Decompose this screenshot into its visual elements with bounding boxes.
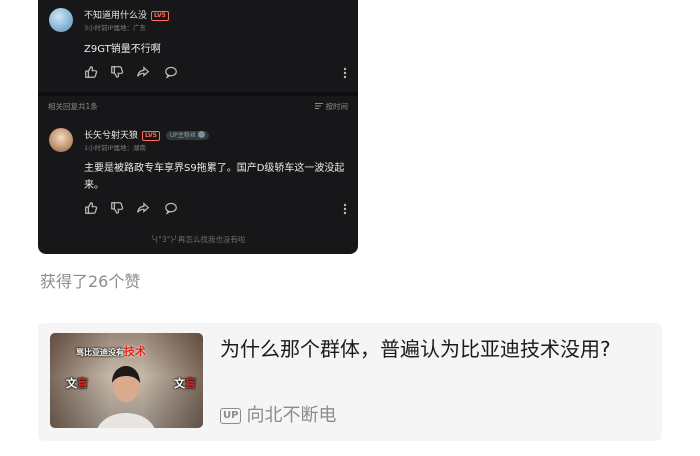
video-author[interactable]: UP 向北不断电 — [220, 401, 336, 427]
person-image — [97, 366, 155, 428]
comment-meta: 1小时前IP属地：湖南 — [84, 144, 146, 152]
comment-text: Z9GT销量不行啊 — [84, 44, 161, 55]
likes-count: 获得了26个赞 — [40, 272, 141, 291]
video-thumbnail[interactable]: 骂比亚迪没有技术 文盲 文盲 — [50, 333, 203, 428]
sort-button[interactable]: 按时间 — [314, 101, 349, 112]
up-badge: UP — [220, 408, 242, 424]
reply-icon[interactable] — [164, 65, 178, 79]
thumbnail-label-right: 文盲 — [174, 375, 196, 391]
comment-card: 不知道用什么没 LV5 3小时前IP属地：广东 Z9GT销量不行啊 相关回复共1条 — [38, 0, 358, 254]
like-icon[interactable] — [84, 65, 98, 79]
fan-badge: UP主粉丝 — [165, 131, 209, 140]
label-right-accent: 盲 — [185, 377, 196, 390]
reply-icon[interactable] — [164, 201, 178, 215]
comment-meta: 3小时前IP属地：广东 — [84, 24, 146, 32]
level-badge: LV5 — [142, 131, 160, 141]
sort-label[interactable]: 按时间 — [326, 102, 349, 111]
avatar[interactable] — [49, 8, 73, 32]
dislike-icon[interactable] — [110, 65, 124, 79]
avatar[interactable] — [49, 128, 73, 152]
more-icon[interactable] — [340, 201, 350, 215]
dislike-icon[interactable] — [110, 201, 124, 215]
username-text[interactable]: 长矢兮射天狼 — [84, 131, 138, 141]
comment-actions — [84, 201, 350, 215]
like-icon[interactable] — [84, 201, 98, 215]
end-of-replies-text: ╰(°3°)╯再怎么找我也没有啦 — [150, 235, 246, 244]
label-right-text: 文 — [174, 377, 185, 390]
author-name[interactable]: 向北不断电 — [246, 405, 336, 426]
share-icon[interactable] — [136, 201, 150, 215]
level-badge: LV5 — [151, 11, 169, 21]
video-card[interactable]: 骂比亚迪没有技术 文盲 文盲 为什么那个群体，普遍认为比亚迪技术没用? UP 向北… — [38, 323, 662, 441]
caption-accent: 技术 — [124, 345, 146, 358]
comment-item: 长矢兮射天狼 LV5 UP主粉丝 1小时前IP属地：湖南 主要是被路政专车享界S9拖… — [38, 122, 358, 222]
section-divider — [38, 92, 358, 96]
username-text[interactable]: 不知道用什么没 — [84, 11, 147, 21]
fan-badge-label: UP主粉丝 — [169, 132, 196, 139]
caption-prefix: 骂比亚迪没有 — [76, 348, 124, 357]
comment-item: 不知道用什么没 LV5 3小时前IP属地：广东 Z9GT销量不行啊 — [38, 0, 358, 90]
thumbnail-caption: 骂比亚迪没有技术 — [76, 343, 146, 359]
thumbnail-label-left: 文盲 — [66, 375, 88, 391]
comment-username[interactable]: 不知道用什么没 LV5 — [84, 8, 169, 21]
comment-actions — [84, 65, 350, 79]
share-icon[interactable] — [136, 65, 150, 79]
comment-username[interactable]: 长矢兮射天狼 LV5 UP主粉丝 — [84, 128, 209, 141]
label-left-text: 文 — [66, 377, 77, 390]
label-left-accent: 盲 — [77, 377, 88, 390]
comment-text: 主要是被路政专车享界S9拖累了。国产D级轿车这一波没起来。 — [84, 163, 345, 191]
sort-icon — [314, 102, 323, 112]
more-icon[interactable] — [340, 65, 350, 79]
video-title[interactable]: 为什么那个群体，普遍认为比亚迪技术没用? — [220, 335, 645, 364]
related-replies-count: 相关回复共1条 — [48, 102, 98, 111]
